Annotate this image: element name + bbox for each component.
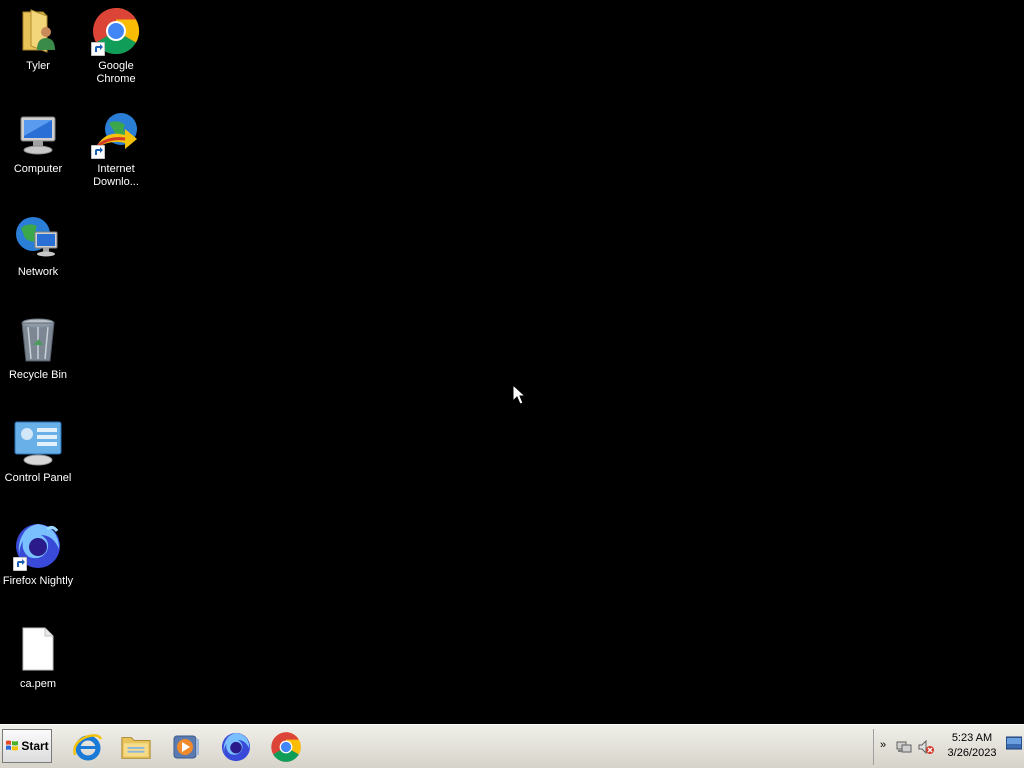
desktop-icon-firefox-nightly[interactable]: Firefox Nightly (0, 521, 76, 588)
show-desktop-button[interactable] (1006, 735, 1022, 751)
desktop-icon-tyler[interactable]: Tyler (0, 6, 76, 73)
desktop-icon-recycle-bin[interactable]: Recycle Bin (0, 315, 76, 382)
desktop-icon-label: Network (17, 266, 59, 278)
control-panel-icon (14, 421, 62, 466)
shortcut-arrow-icon (13, 557, 27, 571)
desktop-icon-network[interactable]: Network (0, 212, 76, 279)
clock-date: 3/26/2023 (947, 747, 997, 759)
shortcut-arrow-icon (91, 145, 105, 159)
start-label: Start (21, 739, 49, 753)
windows-logo-icon (6, 740, 19, 751)
desktop-icon-label: Google Chrome (96, 60, 136, 85)
taskbar: Start » 5:23 AM 3/26/2023 (0, 724, 1024, 768)
desktop[interactable]: Tyler Google Chrome Computer Internet Do… (0, 0, 1024, 724)
shortcut-arrow-icon (91, 42, 105, 56)
desktop-icon-label: Recycle Bin (8, 369, 68, 381)
system-tray: » 5:23 AM 3/26/2023 (873, 729, 1024, 765)
show-hidden-icons-button[interactable]: » (880, 739, 886, 751)
desktop-icon-label-line1: Internet (97, 163, 135, 175)
start-button[interactable]: Start (2, 729, 52, 763)
user-folder-icon (22, 9, 55, 53)
desktop-icon-label: Computer (13, 163, 63, 175)
desktop-icon-control-panel[interactable]: Control Panel (0, 418, 76, 485)
desktop-icon-computer[interactable]: Computer (0, 109, 76, 176)
desktop-icon-label: Control Panel (4, 472, 72, 484)
clock-time: 5:23 AM (951, 732, 993, 744)
computer-icon (20, 116, 56, 155)
file-icon (22, 627, 54, 671)
network-icon (16, 217, 58, 257)
volume-muted-icon[interactable] (918, 739, 934, 755)
clock[interactable]: 5:23 AM 3/26/2023 (940, 731, 1004, 761)
desktop-icon-label-line2: Downlo... (93, 176, 139, 188)
mouse-cursor-icon (512, 384, 526, 405)
desktop-icon-label: Firefox Nightly (2, 575, 74, 587)
network-status-icon[interactable] (896, 739, 912, 755)
desktop-icon-label: ca.pem (19, 678, 57, 690)
chrome-icon[interactable] (270, 731, 302, 763)
recycle-bin-icon (21, 318, 55, 362)
internet-explorer-icon[interactable] (72, 731, 104, 763)
desktop-icon-label: Tyler (26, 60, 50, 72)
desktop-icon-ca-pem[interactable]: ca.pem (0, 624, 76, 691)
media-player-icon[interactable] (170, 731, 202, 763)
desktop-icon-internet-download-manager[interactable]: Internet Downlo... (78, 109, 154, 189)
firefox-nightly-icon[interactable] (220, 731, 252, 763)
file-explorer-icon[interactable] (120, 731, 152, 763)
desktop-icon-google-chrome[interactable]: Google Chrome (78, 6, 154, 86)
